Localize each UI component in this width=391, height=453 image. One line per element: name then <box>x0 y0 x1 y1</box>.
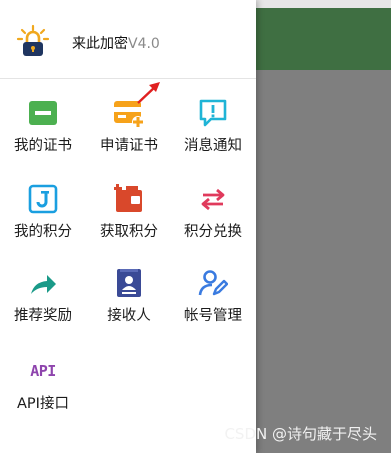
lock-logo-icon <box>16 24 50 56</box>
app-title: 来此加密V4.0 <box>72 33 160 53</box>
points-j-icon <box>28 184 58 214</box>
message-alert-icon <box>199 99 227 127</box>
watermark-text: CSDN @诗句藏于尽头 <box>224 425 377 443</box>
menu-item-label: 接收人 <box>107 308 151 324</box>
menu-item-label: 推荐奖励 <box>14 308 72 324</box>
menu-item-referral-rewards[interactable]: 推荐奖励 <box>0 248 86 324</box>
api-text-icon: API <box>28 356 58 386</box>
contact-card-icon <box>117 269 141 297</box>
menu-item-points-exchange[interactable]: 积分兑换 <box>170 164 256 240</box>
menu-item-my-certificates[interactable]: 我的证书 <box>0 78 86 154</box>
api-icon-text: API <box>30 362 56 380</box>
wallet-add-icon <box>114 184 142 212</box>
menu-item-label: 积分兑换 <box>184 224 242 240</box>
menu-item-label: 申请证书 <box>100 138 158 154</box>
share-arrow-icon <box>31 275 56 294</box>
menu-item-label: 我的积分 <box>14 224 72 240</box>
user-edit-icon <box>198 270 228 296</box>
app-version: V4.0 <box>128 36 160 52</box>
menu-item-label: 获取积分 <box>100 224 158 240</box>
menu-item-label: API接口 <box>17 396 69 412</box>
exchange-arrows-icon <box>201 188 225 211</box>
app-name-text: 来此加密 <box>72 36 128 52</box>
menu-item-apply-certificate[interactable]: 申请证书 <box>86 78 172 154</box>
menu-item-my-points[interactable]: 我的积分 <box>0 164 86 240</box>
menu-item-label: 帐号管理 <box>184 308 242 324</box>
side-drawer: 来此加密V4.0 我的证书 申请证书 消息通知 我的积分 获取积分 积分兑换 推… <box>0 0 256 453</box>
menu-item-api[interactable]: API API接口 <box>0 336 86 412</box>
menu-item-label: 消息通知 <box>184 138 242 154</box>
menu-item-notifications[interactable]: 消息通知 <box>170 78 256 154</box>
drawer-header: 来此加密V4.0 <box>0 0 256 79</box>
menu-item-get-points[interactable]: 获取积分 <box>86 164 172 240</box>
top-strip <box>256 0 391 8</box>
app-header-bar <box>256 8 391 70</box>
menu-item-account-management[interactable]: 帐号管理 <box>170 248 256 324</box>
menu-item-recipients[interactable]: 接收人 <box>86 248 172 324</box>
card-green-icon <box>29 101 57 125</box>
menu-item-label: 我的证书 <box>14 138 72 154</box>
card-add-icon <box>114 101 144 128</box>
